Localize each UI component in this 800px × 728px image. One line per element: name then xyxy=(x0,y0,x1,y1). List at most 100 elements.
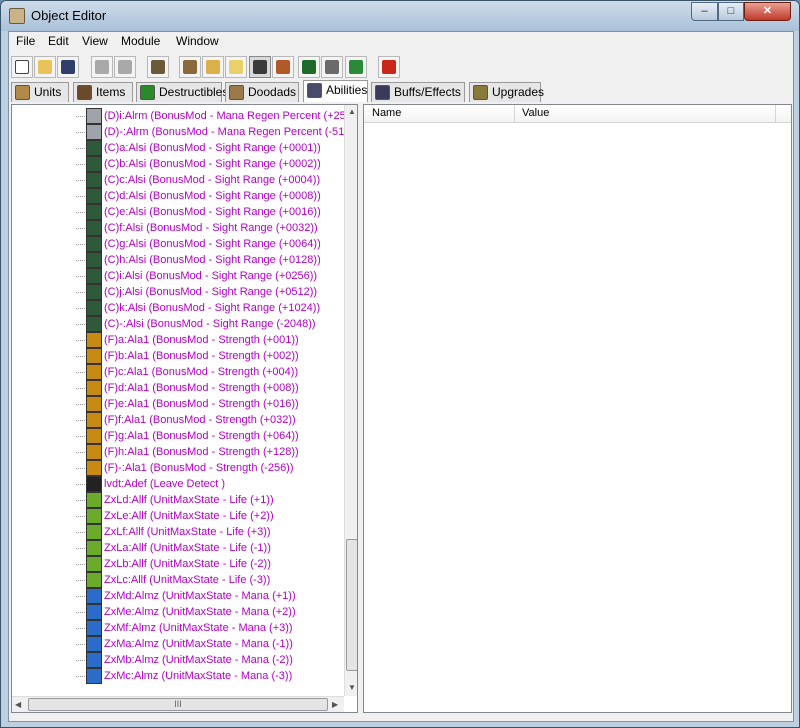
tree-item-label: (C)k:Alsi (BonusMod - Sight Range (+1024… xyxy=(104,302,321,314)
import-icon[interactable] xyxy=(321,56,343,78)
tree-item[interactable]: (C)-:Alsi (BonusMod - Sight Range (-2048… xyxy=(12,316,342,332)
title-bar[interactable]: Object Editor – □ ✕ xyxy=(1,1,799,31)
tree-item[interactable]: (F)g:Ala1 (BonusMod - Strength (+064)) xyxy=(12,428,342,444)
trigger-icon[interactable] xyxy=(345,56,367,78)
paste-icon[interactable] xyxy=(147,56,169,78)
tree-item[interactable]: (F)f:Ala1 (BonusMod - Strength (+032)) xyxy=(12,412,342,428)
object-tabs: Units Items Destructibles Doodads Abilit… xyxy=(9,80,793,102)
tree-item[interactable]: (C)a:Alsi (BonusMod - Sight Range (+0001… xyxy=(12,140,342,156)
tree-item[interactable]: ZxLf:Allf (UnitMaxState - Life (+3)) xyxy=(12,524,342,540)
tree-item[interactable]: (F)c:Ala1 (BonusMod - Strength (+004)) xyxy=(12,364,342,380)
new-icon[interactable] xyxy=(11,56,33,78)
tree-item[interactable]: (F)b:Ala1 (BonusMod - Strength (+002)) xyxy=(12,348,342,364)
tree-item[interactable]: (F)d:Ala1 (BonusMod - Strength (+008)) xyxy=(12,380,342,396)
destructibles-icon xyxy=(140,85,155,100)
column-value[interactable]: Value xyxy=(522,107,549,119)
tree-item[interactable]: ZxMe:Almz (UnitMaxState - Mana (+2)) xyxy=(12,604,342,620)
scroll-up-arrow-icon[interactable]: ▲ xyxy=(348,107,356,116)
column-separator[interactable] xyxy=(514,105,515,123)
horizontal-scrollbar[interactable]: ◀ III ▶ xyxy=(12,696,344,712)
cut-icon[interactable] xyxy=(91,56,113,78)
tree-item[interactable]: ZxMd:Almz (UnitMaxState - Mana (+1)) xyxy=(12,588,342,604)
column-separator[interactable] xyxy=(775,105,776,123)
copy-icon[interactable] xyxy=(114,56,136,78)
tab-abilities[interactable]: Abilities xyxy=(303,80,368,102)
tree-item[interactable]: (D)-:Alrm (BonusMod - Mana Regen Percent… xyxy=(12,124,357,140)
life-icon xyxy=(86,556,102,572)
vertical-scrollbar[interactable]: ▲ ▼ xyxy=(344,105,357,696)
tree-item[interactable]: ZxMc:Almz (UnitMaxState - Mana (-3)) xyxy=(12,668,342,684)
sound-icon[interactable] xyxy=(225,56,247,78)
tree-item[interactable]: (F)a:Ala1 (BonusMod - Strength (+001)) xyxy=(12,332,342,348)
text-icon[interactable] xyxy=(202,56,224,78)
tab-destructibles[interactable]: Destructibles xyxy=(136,82,228,102)
tree-item[interactable]: (D)i:Alrm (BonusMod - Mana Regen Percent… xyxy=(12,108,357,124)
tab-items[interactable]: Items xyxy=(73,82,133,102)
sight-range-icon xyxy=(86,172,102,188)
tree-item[interactable]: ZxLe:Allf (UnitMaxState - Life (+2)) xyxy=(12,508,342,524)
terrain-icon[interactable] xyxy=(179,56,201,78)
tree-item[interactable]: ZxMf:Almz (UnitMaxState - Mana (+3)) xyxy=(12,620,342,636)
strength-icon xyxy=(86,364,102,380)
test-map-icon[interactable] xyxy=(378,56,400,78)
campaign-icon[interactable] xyxy=(272,56,294,78)
menu-file[interactable]: File xyxy=(16,34,35,48)
scroll-left-arrow-icon[interactable]: ◀ xyxy=(15,700,21,709)
tree-item-label: (C)j:Alsi (BonusMod - Sight Range (+0512… xyxy=(104,286,318,298)
tree-item-label: ZxMe:Almz (UnitMaxState - Mana (+2)) xyxy=(104,606,296,618)
object-editor-toolbar-icon[interactable] xyxy=(249,56,271,78)
tree-item[interactable]: (F)e:Ala1 (BonusMod - Strength (+016)) xyxy=(12,396,342,412)
tree-item-label: (C)c:Alsi (BonusMod - Sight Range (+0004… xyxy=(104,174,321,186)
tab-buffs-effects[interactable]: Buffs/Effects xyxy=(371,82,465,102)
minimize-button[interactable]: – xyxy=(691,2,718,21)
tree-item[interactable]: ZxLb:Allf (UnitMaxState - Life (-2)) xyxy=(12,556,342,572)
scroll-down-arrow-icon[interactable]: ▼ xyxy=(348,683,356,692)
tree-item-label: ZxLf:Allf (UnitMaxState - Life (+3)) xyxy=(104,526,271,538)
column-name[interactable]: Name xyxy=(372,107,401,119)
strength-icon xyxy=(86,428,102,444)
tree-item[interactable]: (C)j:Alsi (BonusMod - Sight Range (+0512… xyxy=(12,284,342,300)
tree-item[interactable]: (C)d:Alsi (BonusMod - Sight Range (+0008… xyxy=(12,188,342,204)
save-icon[interactable] xyxy=(57,56,79,78)
maximize-button[interactable]: □ xyxy=(718,2,744,21)
tree-item[interactable]: ZxLc:Allf (UnitMaxState - Life (-3)) xyxy=(12,572,342,588)
tree-item[interactable]: ZxLd:Allf (UnitMaxState - Life (+1)) xyxy=(12,492,342,508)
tree-item[interactable]: (C)b:Alsi (BonusMod - Sight Range (+0002… xyxy=(12,156,342,172)
strength-icon xyxy=(86,396,102,412)
ai-icon[interactable] xyxy=(298,56,320,78)
tree-item[interactable]: ZxMa:Almz (UnitMaxState - Mana (-1)) xyxy=(12,636,342,652)
sight-range-icon xyxy=(86,252,102,268)
tree-item[interactable]: ZxMb:Almz (UnitMaxState - Mana (-2)) xyxy=(12,652,342,668)
close-button[interactable]: ✕ xyxy=(744,2,791,21)
tab-units[interactable]: Units xyxy=(11,82,69,102)
menu-edit[interactable]: Edit xyxy=(48,34,69,48)
tree-item[interactable]: (C)k:Alsi (BonusMod - Sight Range (+1024… xyxy=(12,300,342,316)
tree-item[interactable]: (F)h:Ala1 (BonusMod - Strength (+128)) xyxy=(12,444,342,460)
menu-view[interactable]: View xyxy=(82,34,108,48)
tab-upgrades[interactable]: Upgrades xyxy=(469,82,544,102)
scroll-right-arrow-icon[interactable]: ▶ xyxy=(332,700,338,709)
tree-item[interactable]: (C)g:Alsi (BonusMod - Sight Range (+0064… xyxy=(12,236,342,252)
open-icon[interactable] xyxy=(34,56,56,78)
tree-item[interactable]: (C)i:Alsi (BonusMod - Sight Range (+0256… xyxy=(12,268,342,284)
tree-item[interactable]: (C)e:Alsi (BonusMod - Sight Range (+0016… xyxy=(12,204,342,220)
abilities-tree[interactable]: (D)i:Alrm (BonusMod - Mana Regen Percent… xyxy=(11,104,358,713)
menu-window[interactable]: Window xyxy=(176,34,219,48)
tree-item[interactable]: ZxLa:Allf (UnitMaxState - Life (-1)) xyxy=(12,540,342,556)
tab-doodads[interactable]: Doodads xyxy=(225,82,299,102)
sight-range-icon xyxy=(86,236,102,252)
tree-item[interactable]: lvdt:Adef (Leave Detect ) xyxy=(12,476,342,492)
tree-item[interactable]: (C)c:Alsi (BonusMod - Sight Range (+0004… xyxy=(12,172,342,188)
tree-item[interactable]: (C)h:Alsi (BonusMod - Sight Range (+0128… xyxy=(12,252,342,268)
menu-module[interactable]: Module xyxy=(121,34,160,48)
tree-item-label: ZxLa:Allf (UnitMaxState - Life (-1)) xyxy=(104,542,271,554)
tree-item-label: ZxMc:Almz (UnitMaxState - Mana (-3)) xyxy=(104,670,293,682)
property-grid[interactable]: Name Value xyxy=(363,104,792,713)
horizontal-scroll-thumb[interactable]: III xyxy=(28,698,328,711)
tree-item-label: ZxMd:Almz (UnitMaxState - Mana (+1)) xyxy=(104,590,296,602)
tree-item[interactable]: (C)f:Alsi (BonusMod - Sight Range (+0032… xyxy=(12,220,342,236)
tree-item[interactable]: (F)-:Ala1 (BonusMod - Strength (-256)) xyxy=(12,460,342,476)
strength-icon xyxy=(86,460,102,476)
life-icon xyxy=(86,492,102,508)
vertical-scroll-thumb[interactable] xyxy=(346,539,357,671)
